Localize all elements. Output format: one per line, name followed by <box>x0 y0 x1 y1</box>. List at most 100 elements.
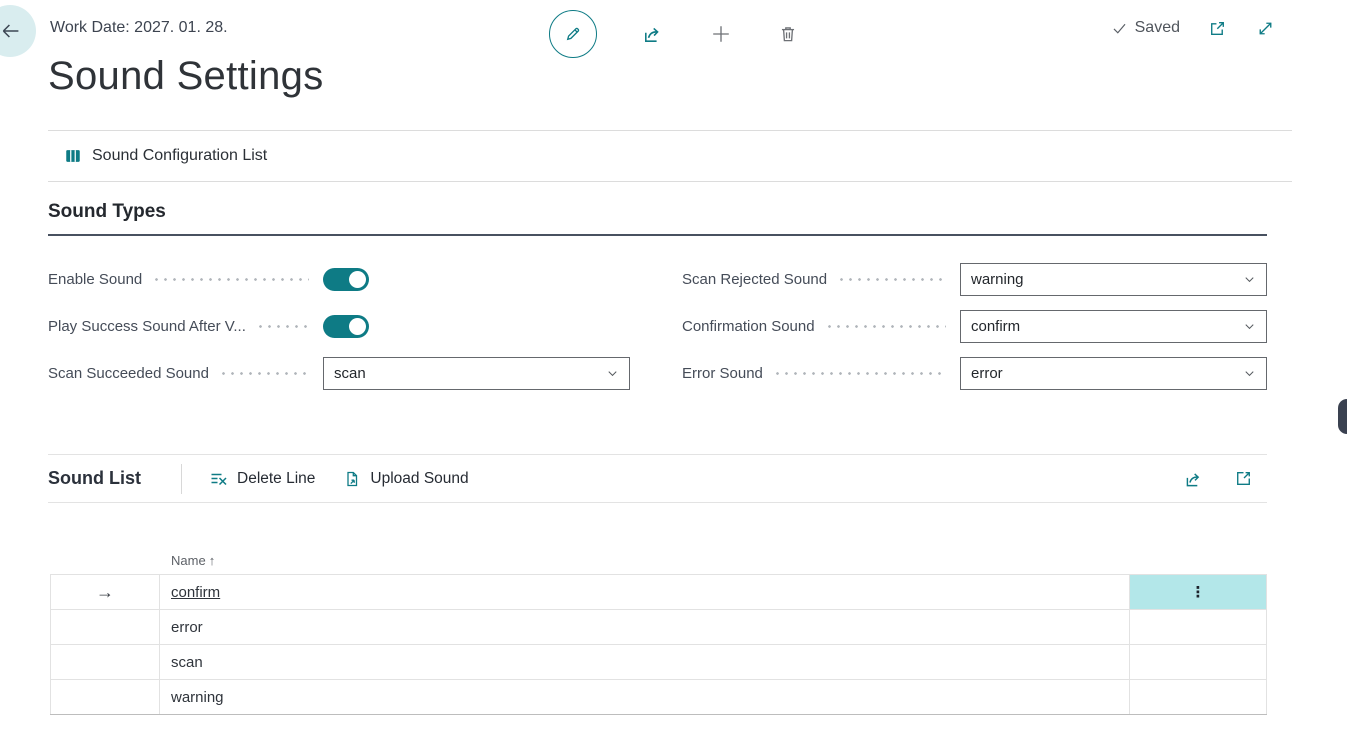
dotted-leader <box>256 325 309 328</box>
dotted-leader <box>219 372 309 375</box>
sort-ascending-icon: ↑ <box>209 553 216 568</box>
name-column-header[interactable]: Name ↑ <box>160 553 1130 568</box>
current-row-arrow-icon: → <box>96 582 114 603</box>
scan-succeeded-sound-select[interactable]: scan <box>323 357 630 390</box>
upload-sound-button[interactable]: Upload Sound <box>342 469 468 489</box>
page-title: Sound Settings <box>48 52 1347 100</box>
delete-line-label: Delete Line <box>237 470 315 488</box>
select-value: confirm <box>971 318 1020 335</box>
chevron-down-icon <box>1242 272 1257 287</box>
side-panel-handle[interactable] <box>1338 399 1347 434</box>
play-success-sound-toggle[interactable] <box>323 315 369 338</box>
select-value: error <box>971 365 1003 382</box>
field-label: Error Sound <box>682 365 763 382</box>
table-row: → confirm ⋮ <box>50 575 1267 610</box>
sound-configuration-list-label: Sound Configuration List <box>92 147 267 165</box>
share-button[interactable] <box>641 22 665 46</box>
edit-button[interactable] <box>549 10 597 58</box>
sound-name: warning <box>171 689 224 706</box>
pencil-icon <box>562 23 584 45</box>
expand-icon <box>1255 18 1276 39</box>
error-sound-select[interactable]: error <box>960 357 1267 390</box>
sound-configuration-list-link[interactable]: Sound Configuration List <box>64 147 267 165</box>
open-list-in-new-button[interactable] <box>1233 468 1254 489</box>
confirmation-sound-select[interactable]: confirm <box>960 310 1267 343</box>
table-header-row: Name ↑ <box>50 546 1267 574</box>
saved-label: Saved <box>1135 19 1180 37</box>
table-body: → confirm ⋮ error <box>50 574 1267 715</box>
field-enable-sound: Enable Sound <box>48 256 630 303</box>
dotted-leader <box>152 278 309 281</box>
row-actions-cell[interactable]: ⋮ <box>1130 575 1267 609</box>
maximize-button[interactable] <box>1255 18 1276 39</box>
field-label: Scan Succeeded Sound <box>48 365 209 382</box>
select-value: warning <box>971 271 1024 288</box>
sound-settings-page: Work Date: 2027. 01. 28. <box>0 0 1347 745</box>
chevron-down-icon <box>1242 366 1257 381</box>
name-column-label: Name <box>171 553 206 568</box>
plus-icon <box>709 22 733 46</box>
field-label: Scan Rejected Sound <box>682 271 827 288</box>
upload-sound-label: Upload Sound <box>370 470 468 488</box>
select-value: scan <box>334 365 366 382</box>
sound-types-heading: Sound Types <box>48 201 1267 236</box>
row-actions-cell[interactable] <box>1130 680 1267 714</box>
toolbar-divider <box>181 464 182 494</box>
open-in-new-window-button[interactable] <box>1207 18 1228 39</box>
top-action-bar: Work Date: 2027. 01. 28. <box>0 0 1347 44</box>
sound-types-section: Sound Types Enable Sound Scan Rejected S… <box>48 201 1267 397</box>
row-selector-cell[interactable] <box>50 680 160 714</box>
upload-file-icon <box>342 469 362 489</box>
row-selector-cell[interactable] <box>50 645 160 679</box>
toggle-knob <box>349 318 366 335</box>
table-row: warning <box>50 680 1267 715</box>
saved-check-icon <box>1111 20 1128 37</box>
dotted-leader <box>825 325 946 328</box>
field-error-sound: Error Sound error <box>682 350 1267 397</box>
share-list-button[interactable] <box>1183 468 1205 490</box>
scan-rejected-sound-select[interactable]: warning <box>960 263 1267 296</box>
table-row: scan <box>50 645 1267 680</box>
field-confirmation-sound: Confirmation Sound confirm <box>682 303 1267 350</box>
chevron-down-icon <box>605 366 620 381</box>
delete-button[interactable] <box>777 23 799 45</box>
row-selector-cell[interactable] <box>50 610 160 644</box>
sound-types-fields: Enable Sound Scan Rejected Sound warning <box>48 256 1267 397</box>
table-row: error <box>50 610 1267 645</box>
delete-line-button[interactable]: Delete Line <box>209 469 315 489</box>
sound-list-table: Name ↑ → confirm ⋮ <box>50 546 1267 715</box>
name-cell[interactable]: error <box>160 610 1130 644</box>
ellipsis-icon: ⋮ <box>1191 583 1206 601</box>
row-actions-cell[interactable] <box>1130 610 1267 644</box>
popout-icon <box>1207 18 1228 39</box>
sound-list-toolbar: Sound List Delete Line <box>48 454 1267 503</box>
new-button[interactable] <box>709 22 733 46</box>
delete-line-icon <box>209 469 229 489</box>
chevron-down-icon <box>1242 319 1257 334</box>
field-play-success-sound: Play Success Sound After V... <box>48 303 630 350</box>
dotted-leader <box>773 372 946 375</box>
field-scan-succeeded-sound: Scan Succeeded Sound scan <box>48 350 630 397</box>
name-cell[interactable]: warning <box>160 680 1130 714</box>
save-status: Saved <box>1111 19 1180 37</box>
sound-name: error <box>171 619 203 636</box>
field-label: Enable Sound <box>48 271 142 288</box>
row-selector-cell[interactable]: → <box>50 575 160 609</box>
window-actions: Saved <box>1111 18 1276 39</box>
open-in-new-icon <box>1233 468 1254 489</box>
share-icon <box>641 22 665 46</box>
name-cell[interactable]: scan <box>160 645 1130 679</box>
work-date-label: Work Date: 2027. 01. 28. <box>50 19 228 37</box>
name-cell[interactable]: confirm <box>160 575 1130 609</box>
sound-list-heading: Sound List <box>48 468 141 489</box>
sound-name-link[interactable]: confirm <box>171 584 220 601</box>
toggle-knob <box>349 271 366 288</box>
dotted-leader <box>837 278 946 281</box>
row-actions-cell[interactable] <box>1130 645 1267 679</box>
page-actions <box>549 10 799 58</box>
field-label: Confirmation Sound <box>682 318 815 335</box>
table-icon <box>64 147 82 165</box>
field-label: Play Success Sound After V... <box>48 318 246 335</box>
enable-sound-toggle[interactable] <box>323 268 369 291</box>
trash-icon <box>777 23 799 45</box>
